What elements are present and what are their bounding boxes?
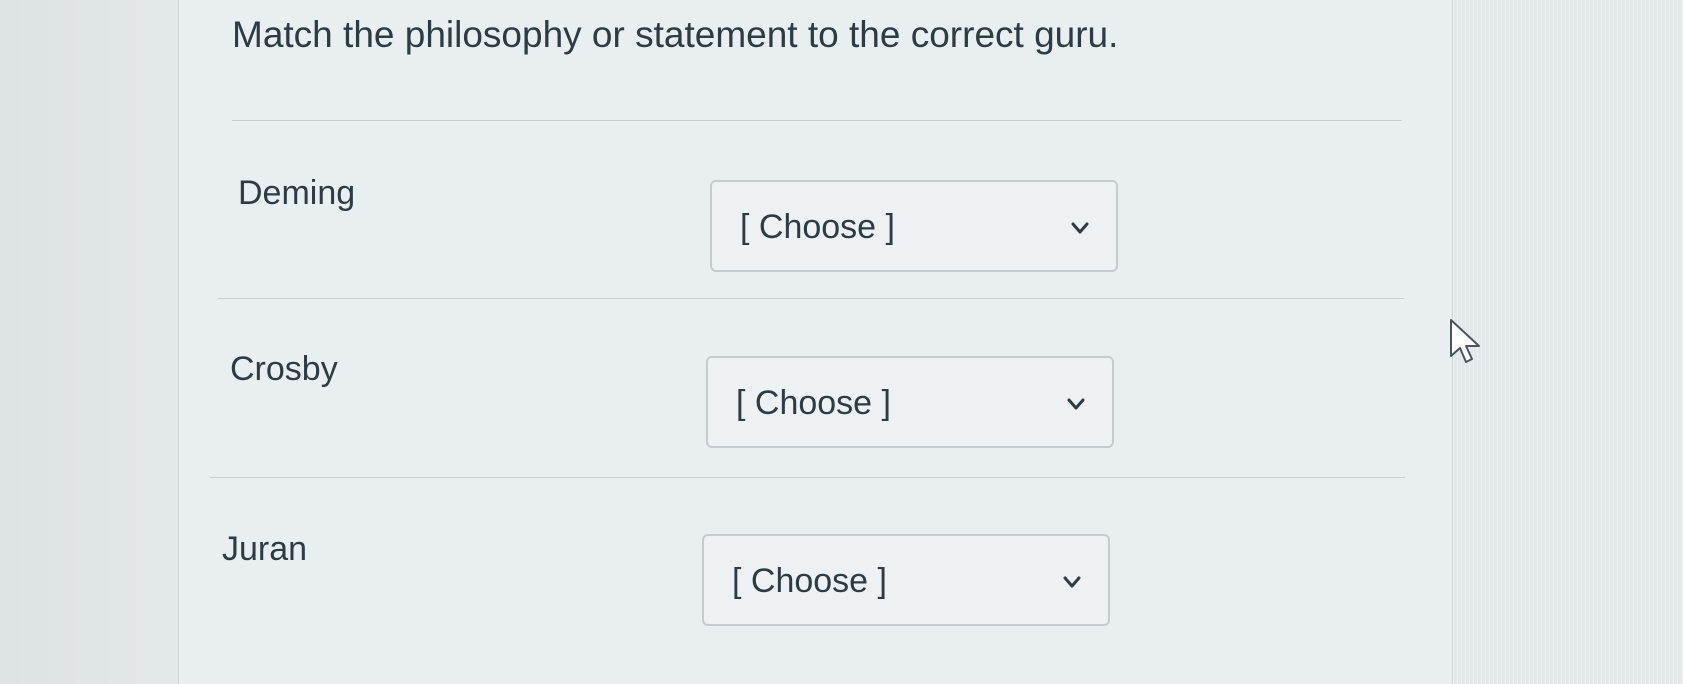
question-divider	[232, 120, 1402, 121]
answer-label-juran: Juran	[222, 530, 308, 568]
mouse-pointer-icon	[1450, 319, 1480, 363]
answer-select-deming[interactable]: [ Choose ]	[710, 180, 1118, 272]
question-text: Match the philosophy or statement to the…	[232, 14, 1119, 55]
select-value: [ Choose ]	[736, 384, 891, 422]
row-divider	[210, 477, 1405, 478]
chevron-down-icon	[1071, 222, 1089, 234]
left-gutter	[0, 0, 178, 684]
chevron-down-icon	[1063, 576, 1081, 588]
row-divider	[218, 298, 1404, 299]
answer-label-crosby: Crosby	[230, 350, 338, 388]
select-value: [ Choose ]	[732, 562, 887, 600]
answer-select-juran[interactable]: [ Choose ]	[702, 534, 1110, 626]
answer-label-deming: Deming	[238, 174, 356, 212]
right-gutter	[1453, 0, 1683, 684]
chevron-down-icon	[1067, 398, 1085, 410]
select-value: [ Choose ]	[740, 208, 895, 246]
answer-select-crosby[interactable]: [ Choose ]	[706, 356, 1114, 448]
